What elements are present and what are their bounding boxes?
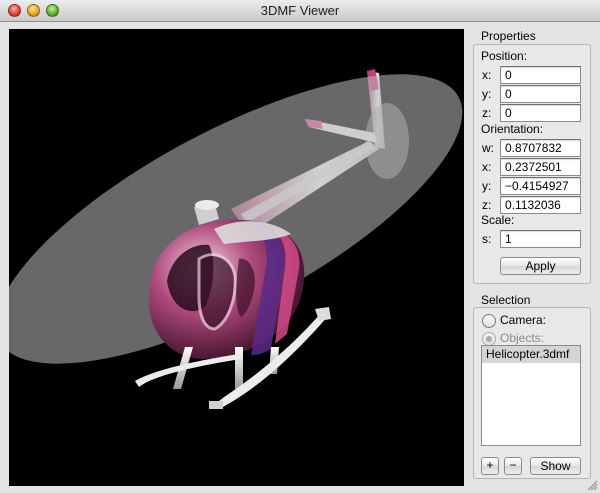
scale-s-field[interactable]: 1	[500, 230, 581, 248]
orientation-x-field[interactable]: 0.2372501	[500, 158, 581, 176]
position-z-field[interactable]: 0	[500, 104, 581, 122]
add-object-button[interactable]: +	[481, 457, 499, 475]
3d-viewport[interactable]	[9, 29, 464, 486]
orientation-x-label: x:	[482, 160, 492, 174]
orientation-z-label: z:	[482, 198, 492, 212]
position-z-label: z:	[482, 106, 492, 120]
orientation-w-field[interactable]: 0.8707832	[500, 139, 581, 157]
camera-radio-label[interactable]: Camera:	[500, 313, 546, 327]
remove-object-button[interactable]: −	[504, 457, 522, 475]
apply-button[interactable]: Apply	[500, 257, 581, 275]
objects-radio[interactable]	[482, 332, 496, 346]
orientation-w-label: w:	[482, 141, 494, 155]
window-title: 3DMF Viewer	[260, 3, 340, 18]
orientation-y-field[interactable]: −0.4154927	[500, 177, 581, 195]
scale-label: Scale:	[481, 213, 515, 227]
orientation-z-field[interactable]: 0.1132036	[500, 196, 581, 214]
list-item[interactable]: Helicopter.3dmf	[482, 346, 580, 363]
properties-heading: Properties	[481, 29, 536, 43]
position-label: Position:	[481, 49, 528, 63]
resize-grip-icon[interactable]	[587, 480, 598, 491]
helicopter-model-render	[9, 69, 463, 409]
title-bar[interactable]: 3DMF Viewer	[0, 0, 600, 22]
camera-radio[interactable]	[482, 314, 496, 328]
position-y-field[interactable]: 0	[500, 85, 581, 103]
viewer-window: 3DMF Viewer Properties Position: x: 0 y:…	[0, 0, 600, 493]
objects-list[interactable]: Helicopter.3dmf	[481, 345, 581, 446]
orientation-y-label: y:	[482, 179, 492, 193]
show-button[interactable]: Show	[530, 457, 581, 475]
position-y-label: y:	[482, 87, 492, 101]
position-x-label: x:	[482, 68, 492, 82]
orientation-label: Orientation:	[481, 122, 544, 136]
selection-heading: Selection	[481, 293, 531, 307]
position-x-field[interactable]: 0	[500, 66, 581, 84]
scale-s-label: s:	[482, 232, 492, 246]
objects-radio-label[interactable]: Objects:	[500, 331, 544, 345]
